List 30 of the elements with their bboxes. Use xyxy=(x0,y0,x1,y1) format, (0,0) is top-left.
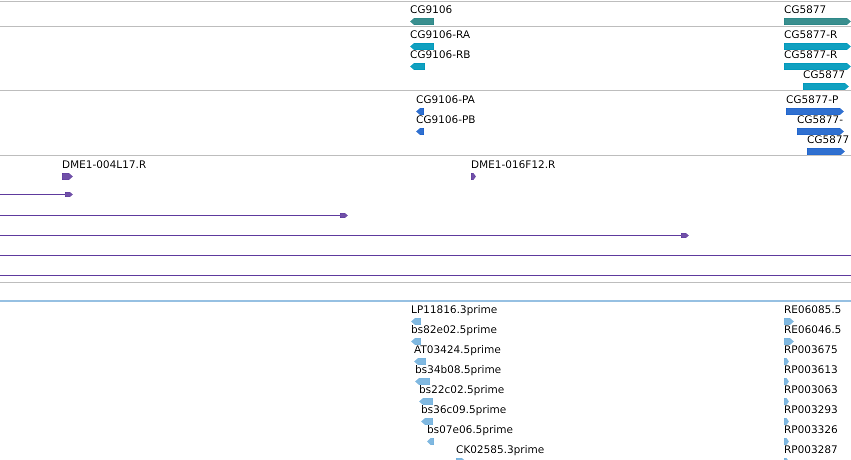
feature-label: RP003326 xyxy=(784,424,838,437)
feature-label: bs82e02.5prime xyxy=(411,324,497,337)
feature-label: CG9106 xyxy=(410,4,452,17)
feature-label: CG5877 xyxy=(803,69,846,82)
feature-label: CG5877- xyxy=(797,114,843,127)
feature-label: CK02585.3prime xyxy=(456,444,544,457)
feature-label: CG5877 xyxy=(784,4,826,17)
feature-label: CG9106-RA xyxy=(410,29,470,42)
feature-label: CG5877-R xyxy=(784,49,838,62)
feature-label: DME1-004L17.R xyxy=(62,159,146,172)
feature-label: RP003675 xyxy=(784,344,838,357)
feature-label: DME1-016F12.R xyxy=(471,159,556,172)
feature-label: CG5877 xyxy=(807,134,850,147)
feature-label: CG9106-RB xyxy=(410,49,470,62)
feature-label: CG5877-P xyxy=(786,94,838,107)
feature-label: bs22c02.5prime xyxy=(419,384,504,397)
feature-label: AT03424.5prime xyxy=(414,344,501,357)
feature-label: CG9106-PA xyxy=(416,94,475,107)
feature-label: RP003293 xyxy=(784,404,838,417)
feature-label: RE06085.5 xyxy=(784,304,842,317)
feature-label: CG9106-PB xyxy=(416,114,476,127)
feature-label: RE06046.5 xyxy=(784,324,842,337)
feature-label: bs34b08.5prime xyxy=(415,364,502,377)
feature-label: bs07e06.5prime xyxy=(427,424,513,437)
feature-label: LP11816.3prime xyxy=(411,304,498,317)
feature-label: bs36c09.5prime xyxy=(421,404,506,417)
feature-label: RP003063 xyxy=(784,384,838,397)
feature-label: RP003287 xyxy=(784,444,838,457)
feature-label: CG5877-R xyxy=(784,29,838,42)
feature-label: RP003613 xyxy=(784,364,838,377)
